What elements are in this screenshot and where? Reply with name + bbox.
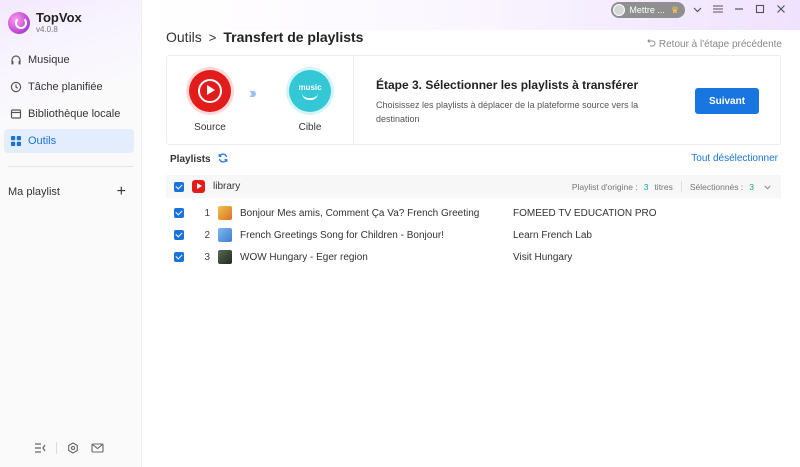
source-label: Source <box>194 122 226 133</box>
upgrade-button[interactable]: Mettre ... ♛ <box>611 2 685 18</box>
selected-count: 3 <box>749 181 754 192</box>
sidebar-item-label: Tâche planifiée <box>28 81 103 93</box>
group-stats: Playlist d'origine : 3 titres Sélectionn… <box>572 175 771 198</box>
app-window: TopVox v4.0.8 Musique Tâche planifiée Bi… <box>0 0 800 467</box>
maximize-icon[interactable] <box>751 4 769 17</box>
close-icon[interactable] <box>772 4 790 17</box>
playlist-group-row[interactable]: library Playlist d'origine : 3 titres Sé… <box>166 175 781 198</box>
crown-icon: ♛ <box>670 4 679 15</box>
page-title: Transfert de playlists <box>223 29 364 45</box>
headphones-icon <box>10 54 22 66</box>
track-artist: Learn French Lab <box>513 229 592 241</box>
sidebar-item-label: Bibliothèque locale <box>28 108 121 120</box>
back-link-label: Retour à l'étape précédente <box>658 38 782 50</box>
origin-unit: titres <box>654 181 673 192</box>
selected-label: Sélectionnés : <box>689 181 744 192</box>
amazon-music-logo-text: music <box>298 83 322 92</box>
track-index: 3 <box>204 251 210 263</box>
track-artist: Visit Hungary <box>513 251 573 263</box>
sidebar-item-label: Outils <box>28 135 57 147</box>
clock-icon <box>10 81 22 93</box>
main-content: Mettre ... ♛ Outils > Transfert de playl… <box>143 0 800 467</box>
amazon-smile-icon <box>302 93 318 100</box>
sidebar-item-bibliotheque-locale[interactable]: Bibliothèque locale <box>4 102 134 126</box>
step-panel: Source ››› music Cible Étape 3. Sélectio… <box>166 55 781 145</box>
table-row[interactable]: 3 WOW Hungary - Eger region Visit Hungar… <box>166 246 781 268</box>
app-name: TopVox <box>36 10 82 25</box>
breadcrumb-separator: > <box>208 29 217 45</box>
group-checkbox[interactable] <box>174 181 184 192</box>
target-platform: music Cible <box>287 70 333 133</box>
app-version: v4.0.8 <box>36 25 58 34</box>
footer-divider <box>56 442 57 454</box>
back-link[interactable]: Retour à l'étape précédente <box>647 38 782 50</box>
playlists-title: Playlists <box>170 154 211 165</box>
track-index: 2 <box>204 229 210 241</box>
sidebar-item-outils[interactable]: Outils <box>4 129 134 153</box>
step-title: Étape 3. Sélectionner les playlists à tr… <box>376 78 639 92</box>
menu-icon[interactable] <box>709 4 727 16</box>
refresh-icon[interactable] <box>218 153 228 166</box>
playlists-header: Playlists <box>170 153 228 166</box>
library-icon <box>10 108 22 120</box>
source-platform: Source <box>187 70 233 133</box>
sidebar-footer <box>32 441 105 455</box>
track-title: Bonjour Mes amis, Comment Ça Va? French … <box>240 207 480 219</box>
track-checkbox[interactable] <box>174 252 184 262</box>
stats-divider <box>680 181 682 192</box>
track-list: 1 Bonjour Mes amis, Comment Ça Va? Frenc… <box>166 202 781 268</box>
my-playlist-label: Ma playlist <box>8 186 60 198</box>
sidebar-item-tache-planifiee[interactable]: Tâche planifiée <box>4 75 134 99</box>
origin-count: 3 <box>643 181 649 192</box>
sidebar-item-musique[interactable]: Musique <box>4 48 134 72</box>
youtube-music-mini-icon <box>192 180 205 193</box>
group-name: library <box>213 181 241 192</box>
track-artist: FOMEED TV EDUCATION PRO <box>513 207 657 219</box>
title-bar: Mettre ... ♛ <box>611 2 790 18</box>
deselect-all-link[interactable]: Tout désélectionner <box>691 153 778 164</box>
app-logo-icon <box>8 11 30 34</box>
panel-divider <box>353 56 354 144</box>
track-thumbnail <box>218 250 232 264</box>
amazon-music-icon: music <box>289 70 331 112</box>
track-checkbox[interactable] <box>174 230 184 240</box>
my-playlist-section: Ma playlist + <box>8 184 126 200</box>
undo-icon <box>647 38 656 50</box>
add-playlist-button[interactable]: + <box>117 184 126 200</box>
sidebar-divider <box>8 166 133 167</box>
table-row[interactable]: 1 Bonjour Mes amis, Comment Ça Va? Frenc… <box>166 202 781 224</box>
track-thumbnail <box>218 206 232 220</box>
brand: TopVox v4.0.8 <box>8 11 82 34</box>
sidebar: TopVox v4.0.8 Musique Tâche planifiée Bi… <box>0 0 142 467</box>
table-row[interactable]: 2 French Greetings Song for Children - B… <box>166 224 781 246</box>
track-title: French Greetings Song for Children - Bon… <box>240 229 444 241</box>
grid-icon <box>10 135 22 147</box>
sidebar-item-label: Musique <box>28 54 70 66</box>
track-title: WOW Hungary - Eger region <box>240 251 368 263</box>
sidebar-nav: Musique Tâche planifiée Bibliothèque loc… <box>4 48 134 156</box>
avatar <box>613 4 626 16</box>
collapse-sidebar-icon[interactable] <box>32 441 48 455</box>
mail-icon[interactable] <box>89 441 105 455</box>
track-thumbnail <box>218 228 232 242</box>
next-button[interactable]: Suivant <box>695 88 759 114</box>
breadcrumb: Outils > Transfert de playlists <box>166 29 363 45</box>
chevron-down-icon[interactable] <box>764 182 771 192</box>
breadcrumb-root[interactable]: Outils <box>166 29 202 45</box>
origin-label: Playlist d'origine : <box>571 181 638 192</box>
minimize-icon[interactable] <box>730 4 748 16</box>
settings-icon[interactable] <box>65 441 81 455</box>
track-checkbox[interactable] <box>174 208 184 218</box>
step-description: Choisissez les playlists à déplacer de l… <box>376 100 639 124</box>
upgrade-label: Mettre ... <box>629 5 665 15</box>
youtube-music-icon <box>189 70 231 112</box>
target-label: Cible <box>298 122 322 133</box>
chevron-down-icon[interactable] <box>688 4 706 16</box>
transfer-arrows-icon: ››› <box>249 85 257 102</box>
track-index: 1 <box>204 207 210 219</box>
